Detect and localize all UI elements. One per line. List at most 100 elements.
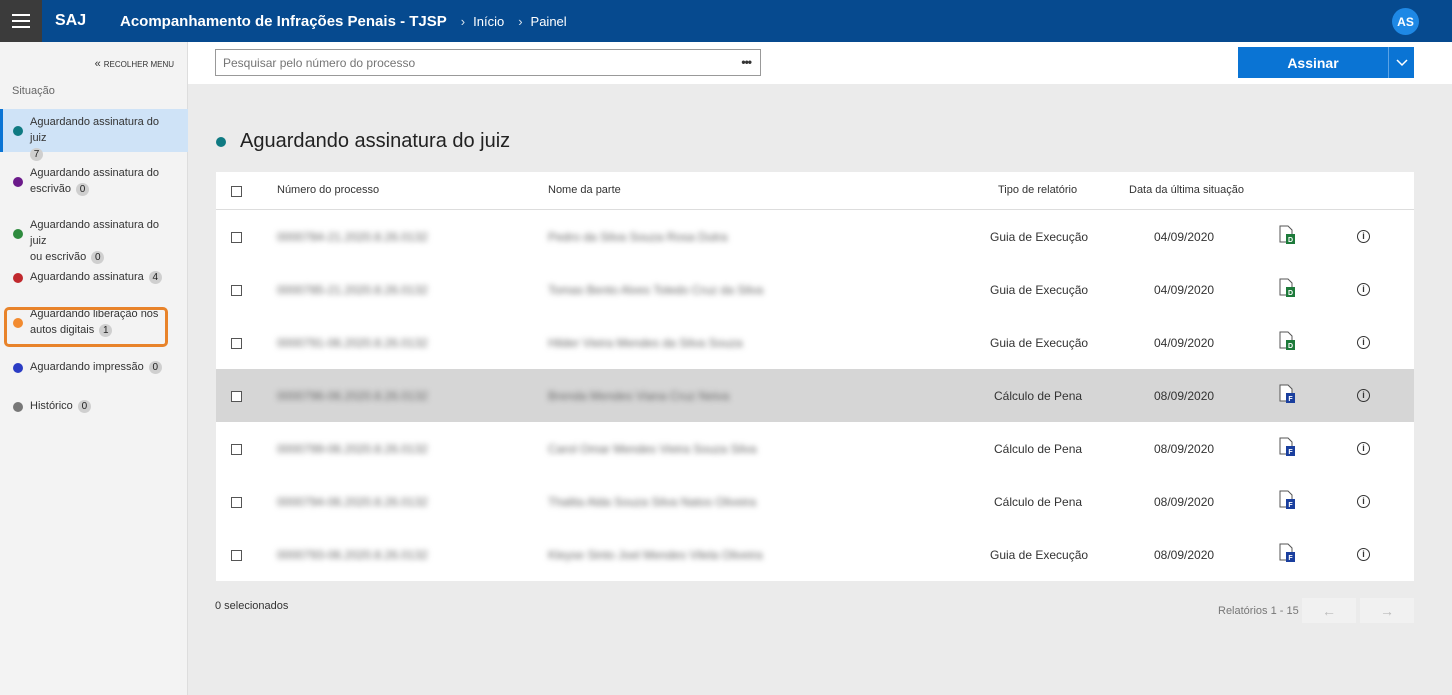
sidebar-item-awaiting-clerk[interactable]: Aguardando assinatura do escrivão 0: [0, 165, 188, 199]
more-options-icon[interactable]: •••: [741, 55, 752, 69]
table-row[interactable]: 0000796-06.2020.8.26.0132 Brenda Mendes …: [216, 369, 1414, 422]
sidebar-item-label: Aguardando assinatura do juiz: [30, 116, 160, 144]
row-checkbox[interactable]: [231, 338, 242, 349]
pager-prev-button[interactable]: ←: [1302, 598, 1356, 623]
party-name: Carol Omar Mendes Vieira Souza Silva: [548, 442, 757, 456]
document-f-icon[interactable]: F: [1278, 543, 1296, 563]
sidebar-title: Situação: [12, 85, 55, 97]
brand-logo[interactable]: SAJ: [55, 12, 108, 30]
select-all-checkbox[interactable]: [231, 186, 242, 197]
pager-next-button[interactable]: →: [1360, 598, 1414, 623]
process-number[interactable]: 0000785-21.2020.8.26.0132: [277, 283, 428, 297]
top-bar: SAJ Acompanhamento de Infrações Penais -…: [0, 0, 1452, 42]
pager-label: Relatórios 1 - 15: [1218, 605, 1299, 617]
process-number[interactable]: 0000799-06.2020.8.26.0132: [277, 442, 428, 456]
column-header-process[interactable]: Número do processo: [277, 184, 379, 196]
svg-text:D: D: [1288, 343, 1293, 350]
status-dot-icon: [13, 177, 23, 187]
page-title: Aguardando assinatura do juiz: [240, 130, 511, 152]
search-box: •••: [215, 49, 761, 76]
sign-dropdown-button[interactable]: [1388, 47, 1414, 78]
info-icon[interactable]: i: [1357, 230, 1370, 243]
double-chevron-left-icon: «: [94, 58, 101, 70]
chevron-down-icon: [1395, 58, 1408, 66]
process-number[interactable]: 0000793-06.2020.8.26.0132: [277, 548, 428, 562]
section-header: Aguardando assinatura do juiz: [216, 130, 510, 153]
table-row[interactable]: 0000785-21.2020.8.26.0132 Tomas Bento Al…: [216, 263, 1414, 316]
count-badge: 0: [91, 251, 105, 264]
sidebar-item-label: Histórico: [30, 400, 73, 412]
user-avatar[interactable]: AS: [1392, 8, 1419, 35]
table-row[interactable]: 0000794-06.2020.8.26.0132 Thalita Alda S…: [216, 475, 1414, 528]
party-name: Thalita Alda Souza Silva Natos Oliveira: [548, 495, 757, 509]
process-number[interactable]: 0000791-06.2020.8.26.0132: [277, 336, 428, 350]
sidebar-item-awaiting-judge[interactable]: Aguardando assinatura do juiz 7: [0, 109, 188, 161]
report-type: Guia de Execução: [990, 336, 1089, 350]
search-input[interactable]: [216, 50, 716, 75]
table-row[interactable]: 0000784-21.2020.8.26.0132 Pedro da Silva…: [216, 210, 1414, 263]
table-row[interactable]: 0000791-06.2020.8.26.0132 Hilder Vieira …: [216, 316, 1414, 369]
collapse-menu-label: RECOLHER MENU: [103, 59, 174, 69]
info-icon[interactable]: i: [1357, 389, 1370, 402]
row-checkbox[interactable]: [231, 391, 242, 402]
report-type: Cálculo de Pena: [994, 442, 1083, 456]
menu-icon[interactable]: [0, 0, 42, 42]
document-d-icon[interactable]: D: [1278, 225, 1296, 245]
svg-text:F: F: [1288, 502, 1293, 509]
status-dot-icon: [13, 362, 23, 373]
table-row[interactable]: 0000793-06.2020.8.26.0132 Kleyse Sinto J…: [216, 528, 1414, 581]
last-status-date: 08/09/2020: [1154, 442, 1215, 456]
info-icon[interactable]: i: [1357, 283, 1370, 296]
report-type: Guia de Execução: [990, 283, 1089, 297]
sign-button[interactable]: Assinar: [1238, 47, 1388, 78]
row-checkbox[interactable]: [231, 285, 242, 296]
breadcrumb-home[interactable]: Início: [473, 14, 504, 29]
count-badge: 0: [76, 183, 90, 196]
report-type: Guia de Execução: [990, 230, 1089, 244]
report-type: Cálculo de Pena: [994, 389, 1083, 403]
party-name: Kleyse Sinto Joel Mendes Vilela Oliveira: [548, 548, 763, 562]
process-number[interactable]: 0000794-06.2020.8.26.0132: [277, 495, 428, 509]
arrow-right-icon: →: [1380, 602, 1394, 619]
process-number[interactable]: 0000784-21.2020.8.26.0132: [277, 230, 428, 244]
sidebar-item-awaiting-judge-or-clerk[interactable]: Aguardando assinatura do juiz ou escrivão…: [0, 217, 188, 264]
report-type: Cálculo de Pena: [994, 495, 1083, 509]
sidebar-item-awaiting-signature[interactable]: Aguardando assinatura 4: [0, 269, 188, 286]
column-header-date[interactable]: Data da última situação: [1129, 184, 1244, 196]
breadcrumb-panel[interactable]: Painel: [531, 14, 567, 29]
sidebar-item-history[interactable]: Histórico 0: [0, 398, 188, 415]
last-status-date: 04/09/2020: [1154, 230, 1215, 244]
info-icon[interactable]: i: [1357, 548, 1370, 561]
sidebar-item-label: Aguardando impressão: [30, 361, 144, 373]
party-name: Brenda Mendes Viana Cruz Neiva: [548, 389, 730, 403]
process-number[interactable]: 0000796-06.2020.8.26.0132: [277, 389, 428, 403]
sidebar-item-label: Aguardando assinatura do escrivão: [30, 167, 160, 195]
document-d-icon[interactable]: D: [1278, 278, 1296, 298]
sidebar-item-awaiting-print[interactable]: Aguardando impressão 0: [0, 359, 188, 376]
document-d-icon[interactable]: D: [1278, 331, 1296, 351]
row-checkbox[interactable]: [231, 550, 242, 561]
svg-text:F: F: [1288, 555, 1293, 562]
last-status-date: 08/09/2020: [1154, 389, 1215, 403]
info-icon[interactable]: i: [1357, 442, 1370, 455]
status-dot-icon: [13, 229, 23, 239]
row-checkbox[interactable]: [231, 232, 242, 243]
selected-count: 0 selecionados: [215, 600, 289, 612]
info-icon[interactable]: i: [1357, 495, 1370, 508]
column-header-party[interactable]: Nome da parte: [548, 184, 621, 196]
column-header-type[interactable]: Tipo de relatório: [998, 184, 1077, 196]
document-f-icon[interactable]: F: [1278, 384, 1296, 404]
row-checkbox[interactable]: [231, 444, 242, 455]
row-checkbox[interactable]: [231, 497, 242, 508]
count-badge: 0: [77, 400, 91, 413]
last-status-date: 04/09/2020: [1154, 336, 1215, 350]
party-name: Pedro da Silva Souza Rosa Dutra: [548, 230, 728, 244]
highlight-annotation: [4, 307, 168, 347]
info-icon[interactable]: i: [1357, 336, 1370, 349]
collapse-menu-button[interactable]: « RECOLHER MENU: [95, 58, 174, 70]
svg-text:D: D: [1288, 237, 1293, 244]
document-f-icon[interactable]: F: [1278, 490, 1296, 510]
count-badge: 0: [148, 361, 162, 374]
document-f-icon[interactable]: F: [1278, 437, 1296, 457]
table-row[interactable]: 0000799-06.2020.8.26.0132 Carol Omar Men…: [216, 422, 1414, 475]
